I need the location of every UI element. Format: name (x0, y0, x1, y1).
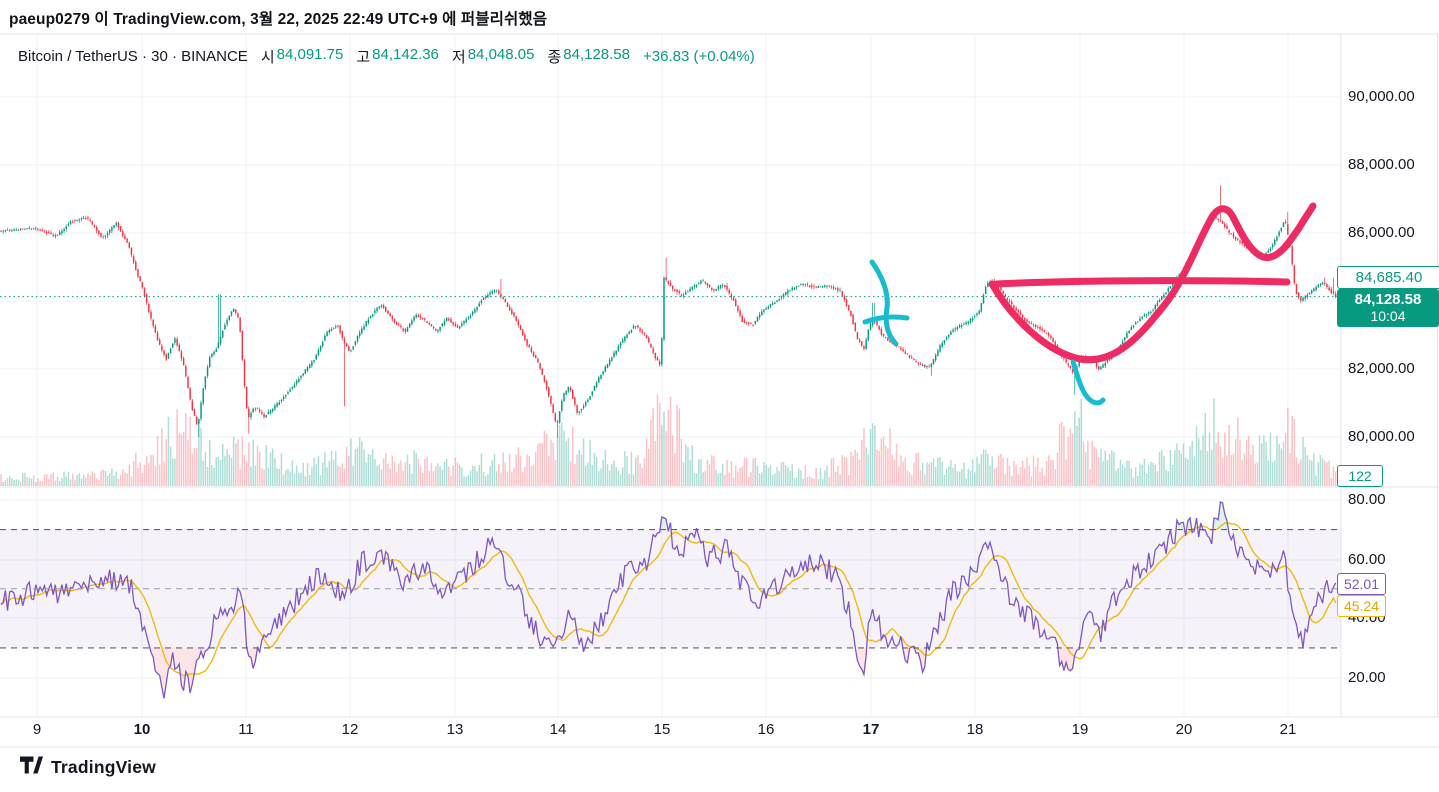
axis-price-tick: 80.00 (1348, 491, 1386, 508)
symbol-legend: Bitcoin / TetherUS · 30 · BINANCE 시 84,09… (18, 46, 755, 67)
ohlc-high: 고 84,142.36 (356, 46, 439, 66)
axis-time-tick: 9 (32, 721, 42, 738)
axis-time-tick: 13 (446, 721, 464, 738)
axis-price-tick: 88,000.00 (1348, 156, 1415, 173)
publish-header: paeup0279 이 TradingView.com, 3월 22, 2025… (9, 11, 548, 28)
axis-time-tick: 14 (549, 721, 567, 738)
rsi-ma-value-label: 45.24 (1337, 595, 1386, 617)
axis-time-tick: 17 (862, 721, 880, 738)
axis-price-tick: 80,000.00 (1348, 428, 1415, 445)
tradingview-footer[interactable]: TradingView (20, 755, 156, 780)
brush-cyan-drawing[interactable] (869, 259, 899, 347)
axis-price-tick: 82,000.00 (1348, 360, 1415, 377)
symbol-title[interactable]: Bitcoin / TetherUS · 30 · BINANCE (18, 48, 248, 65)
chart-canvas[interactable] (0, 0, 1439, 792)
axis-time-tick: 18 (966, 721, 984, 738)
axis-price-tick: 60.00 (1348, 551, 1386, 568)
axis-time-tick: 16 (757, 721, 775, 738)
last-price-value: 84,128.58 (1354, 291, 1422, 308)
bar-countdown: 10:04 (1370, 308, 1406, 324)
volume-label: 122 (1337, 465, 1383, 487)
tradingview-snapshot: paeup0279 이 TradingView.com, 3월 22, 2025… (0, 0, 1439, 792)
axis-time-tick: 19 (1071, 721, 1089, 738)
axis-time-tick: 21 (1279, 721, 1297, 738)
axis-price-tick: 20.00 (1348, 669, 1386, 686)
rsi-value-label: 52.01 (1337, 573, 1386, 595)
price-change: +36.83 (+0.04%) (643, 48, 755, 65)
axis-time-tick: 11 (238, 721, 254, 738)
ohlc-open: 시 84,091.75 (260, 46, 344, 66)
axis-price-tick: 90,000.00 (1348, 88, 1415, 105)
axis-time-tick: 10 (133, 721, 151, 738)
last-price-label: 84,128.58 10:04 (1337, 289, 1439, 327)
axis-price-tick: 86,000.00 (1348, 224, 1415, 241)
high-price-label: 84,685.40 (1337, 266, 1439, 289)
tradingview-brand-text: TradingView (51, 757, 156, 777)
axis-time-tick: 12 (341, 721, 359, 738)
tradingview-logo-icon (20, 755, 43, 780)
ohlc-low: 저 84,048.05 (451, 46, 535, 66)
axis-time-tick: 15 (653, 721, 671, 738)
brush-pink-drawing[interactable] (993, 277, 1291, 288)
ohlc-close: 종 84,128.58 (547, 46, 630, 66)
axis-time-tick: 20 (1175, 721, 1193, 738)
